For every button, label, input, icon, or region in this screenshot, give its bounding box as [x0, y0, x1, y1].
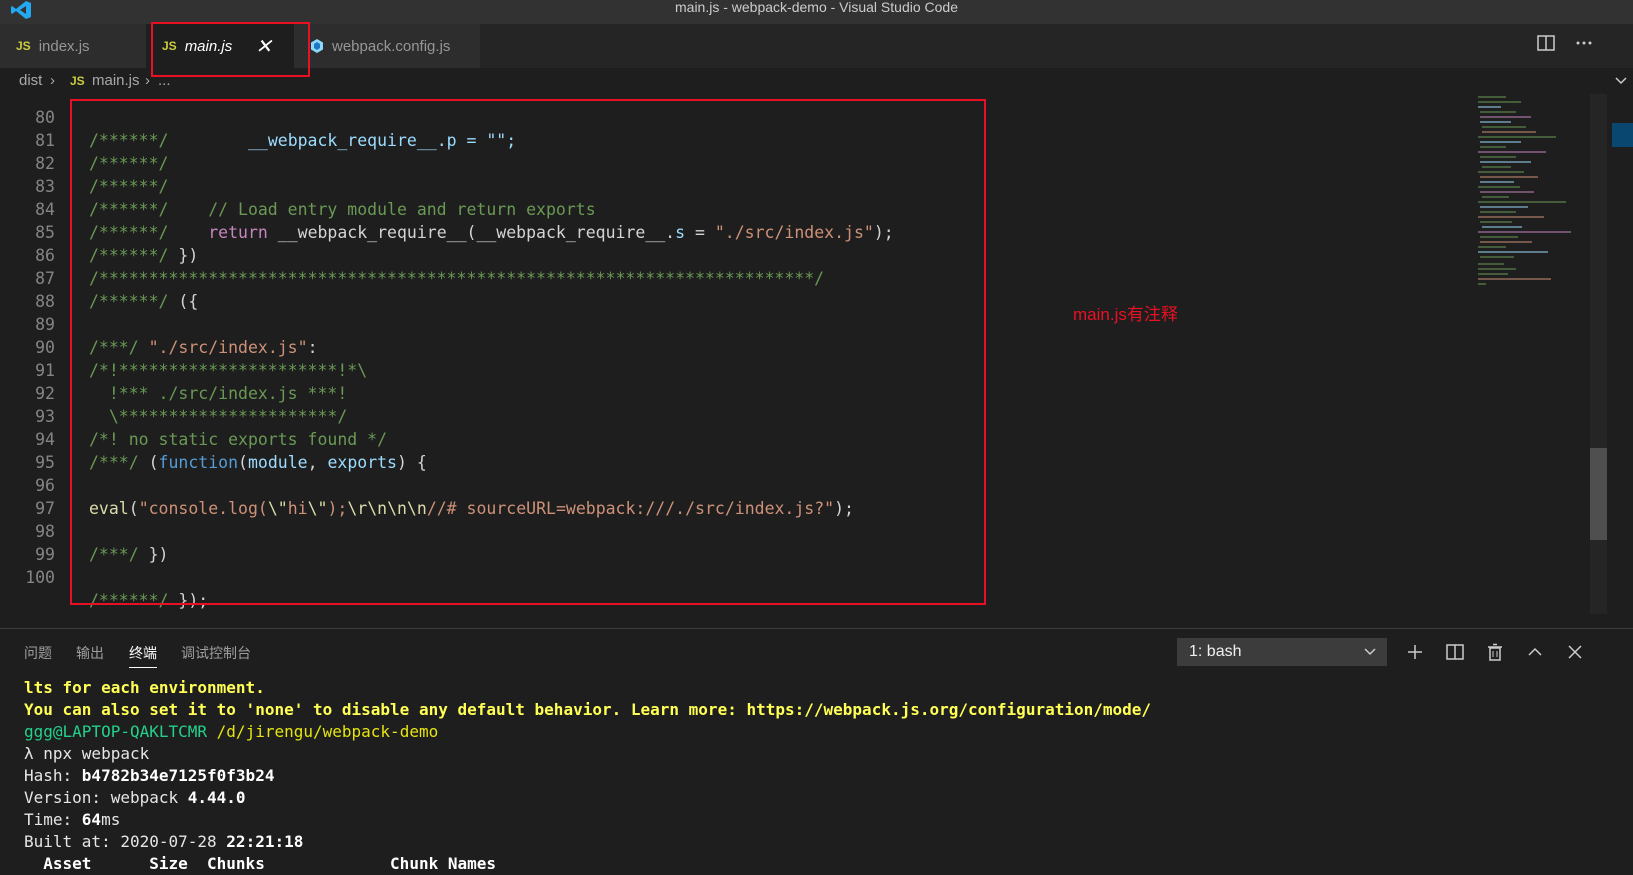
editor-tab-bar: JS index.js JS main.js ✕ webpack.config.… — [0, 24, 1633, 68]
bottom-panel: 问题 输出 终端 调试控制台 1: bash lts for each envi… — [0, 628, 1633, 875]
code-line: 96 eval("console.log(\"hi\");\r\n\n\n//#… — [0, 451, 1480, 518]
code-line: 94 /***/ (function(module, exports) { — [0, 405, 1480, 472]
breadcrumb-more[interactable]: ... — [158, 72, 171, 89]
code-line: 89 /***/ "./src/index.js": — [0, 290, 1480, 357]
close-icon[interactable]: ✕ — [255, 34, 272, 59]
tab-index-js[interactable]: JS index.js — [0, 24, 146, 68]
code-line: 97 — [0, 474, 1480, 518]
js-file-icon: JS — [70, 74, 85, 88]
code-line: 84 /******/ return __webpack_require__(_… — [0, 175, 1480, 242]
tab-main-js[interactable]: JS main.js ✕ — [146, 24, 294, 68]
webpack-cube-icon — [311, 39, 323, 53]
plus-icon[interactable] — [1404, 641, 1426, 663]
trash-icon[interactable] — [1484, 641, 1506, 663]
code-line: 91 !*** ./src/index.js ***! — [0, 336, 1480, 403]
terminal-line: Version: webpack 4.44.0 — [24, 788, 246, 807]
tab-problems[interactable]: 问题 — [24, 643, 52, 663]
js-file-icon: JS — [16, 39, 31, 53]
breadcrumb: dist › JS main.js › ... — [0, 68, 1633, 94]
tab-debug-console[interactable]: 调试控制台 — [181, 643, 251, 663]
line-number: 100 — [25, 568, 55, 587]
code-line: 95 — [0, 428, 1480, 472]
tab-actions — [1537, 34, 1593, 52]
code-line: 87 /******/ ({ — [0, 244, 1480, 311]
js-file-icon: JS — [162, 39, 177, 53]
code-line: 81 /******/ — [0, 106, 1480, 173]
code-line: 98 /***/ }) — [0, 497, 1480, 564]
terminal-select-value: 1: bash — [1189, 643, 1242, 660]
annotation-note: main.js有注释 — [1073, 305, 1178, 324]
tab-label: webpack.config.js — [332, 37, 451, 55]
terminal-select[interactable]: 1: bash — [1177, 638, 1387, 666]
code-line: 90 /*!**********************!*\ — [0, 313, 1480, 380]
breadcrumb-file[interactable]: main.js — [92, 72, 140, 89]
tab-label: main.js — [184, 37, 233, 55]
code-line: 86 /************************************… — [0, 221, 1480, 288]
close-panel-icon[interactable] — [1564, 641, 1586, 663]
minimap[interactable] — [1476, 94, 1576, 304]
code-line: 85 /******/ }) — [0, 198, 1480, 265]
breadcrumb-folder[interactable]: dist — [19, 72, 42, 89]
line-code: /******/ }); — [89, 591, 209, 610]
code-line: 99 — [0, 520, 1480, 564]
chevron-down-icon[interactable] — [1614, 74, 1628, 88]
tab-label: index.js — [38, 37, 90, 55]
panel-actions — [1404, 641, 1586, 663]
terminal-line: lts for each environment. — [24, 678, 265, 697]
tab-terminal[interactable]: 终端 — [129, 643, 157, 668]
window-title: main.js - webpack-demo - Visual Studio C… — [675, 0, 958, 15]
terminal-command: λ npx webpack — [24, 744, 150, 763]
code-line: 100 /******/ }); — [0, 543, 1480, 610]
more-actions-icon[interactable] — [1575, 34, 1593, 52]
chevron-right-icon: › — [145, 72, 150, 89]
code-line: 88 — [0, 267, 1480, 311]
chevron-down-icon — [1364, 648, 1376, 656]
tab-webpack-config[interactable]: webpack.config.js — [294, 24, 480, 68]
code-line: 93 /*! no static exports found */ — [0, 382, 1480, 449]
tab-output[interactable]: 输出 — [76, 643, 104, 663]
code-editor[interactable]: 80 /******/ __webpack_require__.p = ""; … — [0, 94, 1590, 614]
code-line: 83 /******/ // Load entry module and ret… — [0, 152, 1480, 219]
terminal-line: Asset Size Chunks Chunk Names — [24, 854, 497, 873]
terminal-line: Time: 64ms — [24, 810, 121, 829]
overview-ruler-marker — [1612, 123, 1633, 147]
terminal-line: Hash: b4782b34e7125f0f3b24 — [24, 766, 275, 785]
scrollbar-thumb[interactable] — [1590, 448, 1607, 540]
split-terminal-icon[interactable] — [1444, 641, 1466, 663]
split-editor-icon[interactable] — [1537, 34, 1555, 52]
chevron-right-icon: › — [50, 72, 55, 89]
code-line: 82 /******/ — [0, 129, 1480, 196]
editor-scrollbar[interactable] — [1590, 94, 1607, 614]
terminal-prompt: ggg@LAPTOP-QAKLTCMR /d/jirengu/webpack-d… — [24, 722, 439, 741]
title-bar: main.js - webpack-demo - Visual Studio C… — [0, 0, 1633, 24]
code-line: 80 /******/ __webpack_require__.p = ""; — [0, 94, 1480, 150]
code-line: 92 \**********************/ — [0, 359, 1480, 426]
terminal-line: Built at: 2020-07-28 22:21:18 — [24, 832, 304, 851]
terminal-line: You can also set it to 'none' to disable… — [24, 700, 1152, 719]
chevron-up-icon[interactable] — [1524, 641, 1546, 663]
